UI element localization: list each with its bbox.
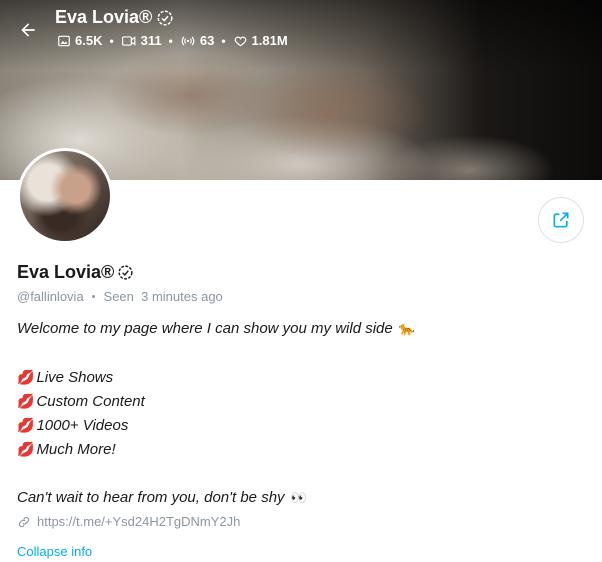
bio-item-text: 1000+ Videos xyxy=(36,417,129,434)
collapse-info-link[interactable]: Collapse info xyxy=(17,544,92,559)
share-icon xyxy=(553,212,569,228)
lips-icon: 💋 xyxy=(17,369,35,385)
bio-outro-text: Can't wait to hear from you, don't be sh… xyxy=(17,489,285,506)
bio-intro-text: Welcome to my page where I can show you … xyxy=(17,320,393,337)
bio-item-text: Custom Content xyxy=(36,393,145,410)
bio-item-text: Live Shows xyxy=(36,369,114,386)
header-title-row: Eva Lovia® xyxy=(55,7,174,28)
bio-list-item: 💋 Live Shows xyxy=(17,369,577,386)
avatar[interactable] xyxy=(17,148,113,244)
lips-icon: 💋 xyxy=(17,441,35,457)
stat-likes-value: 1.81M xyxy=(251,33,288,48)
meta-separator: • xyxy=(91,290,96,303)
arrow-left-icon xyxy=(21,23,35,37)
link-icon xyxy=(18,516,30,527)
stat-separator: • xyxy=(221,33,226,48)
lips-icon: 💋 xyxy=(17,417,35,433)
leopard-icon: 🐆 xyxy=(398,321,415,336)
stat-photos-value: 6.5K xyxy=(75,33,103,48)
verified-icon xyxy=(157,10,173,25)
profile-handle: @fallinlovia xyxy=(17,289,84,304)
profile-meta: @fallinlovia • Seen 3 minutes ago xyxy=(17,289,223,304)
heart-icon xyxy=(234,36,246,46)
profile-stats: 6.5K • 311 • 63 • 1.81M xyxy=(57,33,288,48)
stream-icon xyxy=(181,36,195,45)
profile-link-url[interactable]: https://t.me/+Ysd24H2TgDNmY2Jh xyxy=(37,514,240,529)
bio-list-item: 💋 1000+ Videos xyxy=(17,417,577,434)
stat-likes: 1.81M xyxy=(233,33,288,48)
bio-outro: Can't wait to hear from you, don't be sh… xyxy=(17,489,577,506)
stat-streams: 63 xyxy=(180,33,214,48)
bio-list-item: 💋 Much More! xyxy=(17,441,577,458)
share-button[interactable] xyxy=(538,197,584,243)
stat-videos: 311 xyxy=(121,33,162,48)
back-button[interactable] xyxy=(12,14,44,46)
video-icon xyxy=(121,35,136,46)
bio-list-item: 💋 Custom Content xyxy=(17,393,577,410)
stat-photos: 6.5K xyxy=(57,33,102,48)
header-title: Eva Lovia® xyxy=(55,7,153,27)
profile-link[interactable]: https://t.me/+Ysd24H2TgDNmY2Jh xyxy=(17,514,240,529)
last-seen: Seen 3 minutes ago xyxy=(103,289,223,304)
bio-intro: Welcome to my page where I can show you … xyxy=(17,320,577,337)
photo-icon xyxy=(58,35,70,46)
stat-videos-value: 311 xyxy=(140,33,162,48)
stat-separator: • xyxy=(109,33,114,48)
lips-icon: 💋 xyxy=(17,393,35,409)
stat-separator: • xyxy=(168,33,173,48)
bio-item-text: Much More! xyxy=(36,441,116,458)
eyes-icon: 👀 xyxy=(290,490,307,505)
profile-name-row: Eva Lovia® xyxy=(17,262,134,283)
stat-streams-value: 63 xyxy=(199,33,215,48)
profile-name: Eva Lovia® xyxy=(17,262,115,282)
verified-icon xyxy=(118,265,133,280)
